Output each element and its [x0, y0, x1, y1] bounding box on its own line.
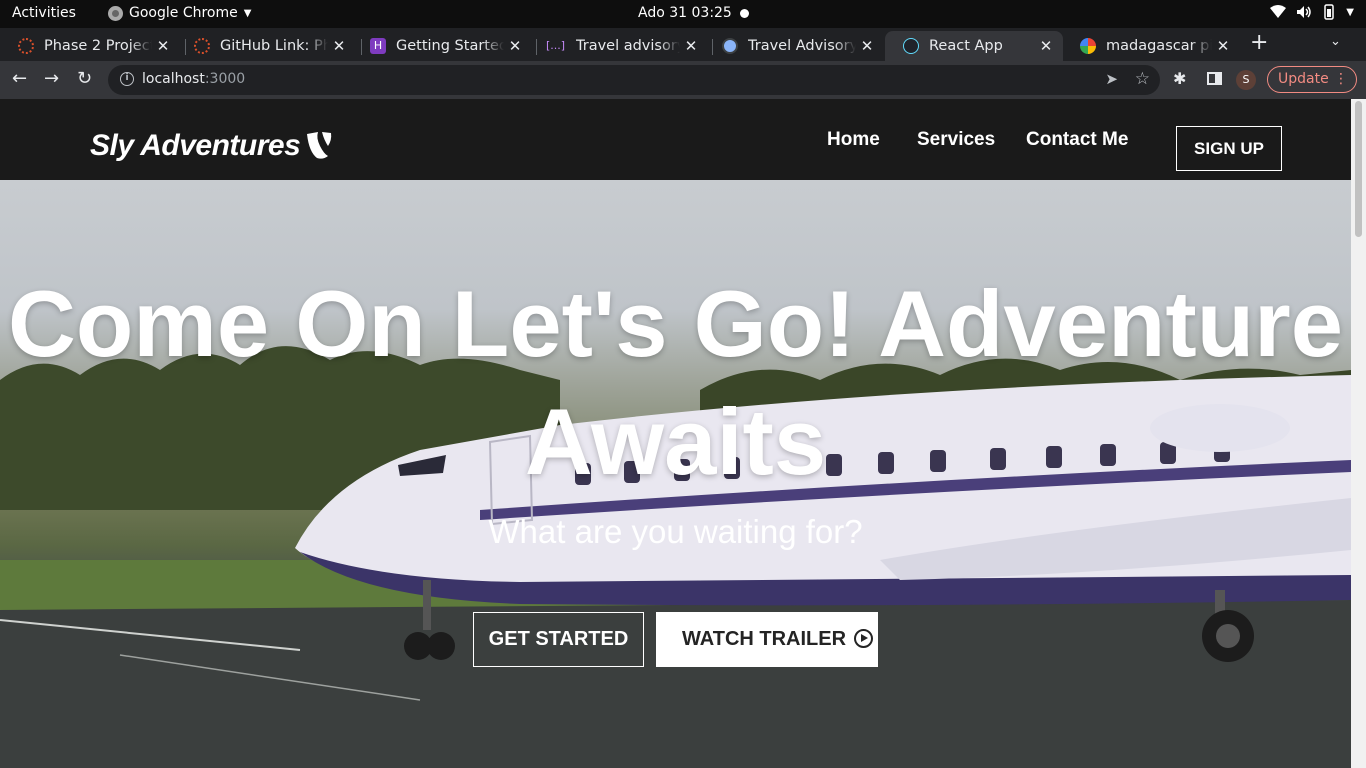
nav-link-services[interactable]: Services [917, 129, 995, 151]
nav-link-contact[interactable]: Contact Me [1026, 129, 1128, 151]
close-icon[interactable]: ✕ [1212, 37, 1234, 55]
caret-down-icon: ▼ [243, 7, 252, 19]
menu-kebab-icon: ⋮ [1334, 71, 1348, 87]
site-navbar: Sly Adventures Home Services Contact Me … [0, 99, 1351, 180]
profile-avatar[interactable]: S [1236, 70, 1256, 90]
close-icon[interactable]: ✕ [680, 37, 702, 55]
reload-button[interactable]: ↻ [77, 69, 92, 89]
site-logo[interactable]: Sly Adventures [90, 129, 332, 163]
notification-dot-icon [740, 9, 749, 18]
clock[interactable]: Ado 31 03:25 [638, 5, 732, 21]
power-menu-caret-icon: ▼ [1346, 6, 1354, 18]
wifi-icon [1270, 5, 1287, 18]
hero-section: Come On Let's Go! Adventure Awaits What … [0, 180, 1351, 768]
heroku-icon: H [370, 38, 386, 54]
react-icon [903, 38, 919, 54]
tab-strip: Phase 2 Project ✕ GitHub Link: Pha ✕ H G… [0, 28, 1366, 61]
tab-title: madagascar pic [1106, 38, 1212, 54]
activities-button[interactable]: Activities [12, 5, 76, 21]
app-menu[interactable]: Google Chrome ▼ [108, 5, 251, 21]
tab-title: GitHub Link: Pha [220, 38, 328, 54]
tab-title: Travel Advisory [748, 38, 856, 54]
side-panel-icon[interactable] [1207, 72, 1222, 85]
tab-madagascar-pic[interactable]: madagascar pic ✕ [1062, 31, 1240, 61]
battery-icon [1324, 4, 1335, 20]
site-info-icon[interactable]: i [120, 72, 134, 86]
tab-travel-advisory-2[interactable]: Travel Advisory ✕ [704, 31, 884, 61]
play-circle-icon [854, 629, 874, 648]
browser-toolbar: ← → ↻ i localhost:3000 ➤ ☆ ✱ S Update ⋮ [0, 61, 1366, 99]
send-icon[interactable]: ➤ [1105, 70, 1118, 88]
close-icon[interactable]: ✕ [856, 37, 878, 55]
back-button[interactable]: ← [12, 69, 27, 89]
typo3-logo-icon [307, 132, 332, 159]
volume-icon [1297, 6, 1312, 18]
loading-ring-icon [18, 38, 34, 54]
globe-icon [722, 38, 738, 54]
tab-phase-2-project[interactable]: Phase 2 Project ✕ [0, 31, 180, 61]
tab-title: Phase 2 Project [44, 38, 152, 54]
page-scrollbar[interactable] [1351, 99, 1366, 768]
logo-text: Sly Adventures [90, 129, 301, 162]
extensions-puzzle-icon[interactable]: ✱ [1173, 69, 1186, 88]
loading-ring-icon [194, 38, 210, 54]
chrome-icon [108, 5, 123, 21]
tab-title: Getting Started [396, 38, 504, 54]
address-bar[interactable]: i localhost:3000 ➤ ☆ [108, 65, 1160, 95]
hero-title: Come On Let's Go! Adventure Awaits [7, 271, 1343, 494]
close-icon[interactable]: ✕ [152, 37, 174, 55]
new-tab-button[interactable]: + [1250, 30, 1268, 55]
update-button[interactable]: Update ⋮ [1267, 66, 1357, 93]
tab-travel-advisory-1[interactable]: [...] Travel advisory ✕ [528, 31, 708, 61]
forward-button[interactable]: → [44, 69, 59, 89]
tab-title: Travel advisory [576, 38, 680, 54]
page-viewport: Sly Adventures Home Services Contact Me … [0, 99, 1351, 768]
tab-react-app[interactable]: React App ✕ [885, 31, 1063, 61]
bookmark-star-icon[interactable]: ☆ [1135, 69, 1150, 89]
get-started-button[interactable]: GET STARTED [473, 612, 644, 667]
hero-subtitle: What are you waiting for? [488, 513, 863, 550]
system-top-bar: Activities Google Chrome ▼ Ado 31 03:25 … [0, 0, 1366, 28]
tab-title: React App [929, 38, 1003, 54]
system-tray[interactable]: ▼ [1270, 4, 1354, 20]
tab-search-chevron-icon[interactable]: ⌄ [1330, 34, 1341, 49]
close-icon[interactable]: ✕ [328, 37, 350, 55]
update-label: Update [1278, 71, 1329, 87]
app-name: Google Chrome [129, 5, 238, 21]
tab-getting-started[interactable]: H Getting Started ✕ [352, 31, 532, 61]
scrollbar-thumb[interactable] [1355, 101, 1362, 237]
url-text: localhost:3000 [142, 71, 246, 87]
watch-trailer-button[interactable]: WATCH TRAILER [656, 612, 878, 667]
nav-link-home[interactable]: Home [827, 129, 880, 151]
bracket-icon: [...] [546, 39, 566, 52]
tab-github-link[interactable]: GitHub Link: Pha ✕ [176, 31, 356, 61]
close-icon[interactable]: ✕ [504, 37, 526, 55]
close-icon[interactable]: ✕ [1035, 37, 1057, 55]
watch-trailer-label: WATCH TRAILER [682, 628, 847, 650]
google-icon [1080, 38, 1096, 54]
signup-button[interactable]: SIGN UP [1176, 126, 1282, 171]
